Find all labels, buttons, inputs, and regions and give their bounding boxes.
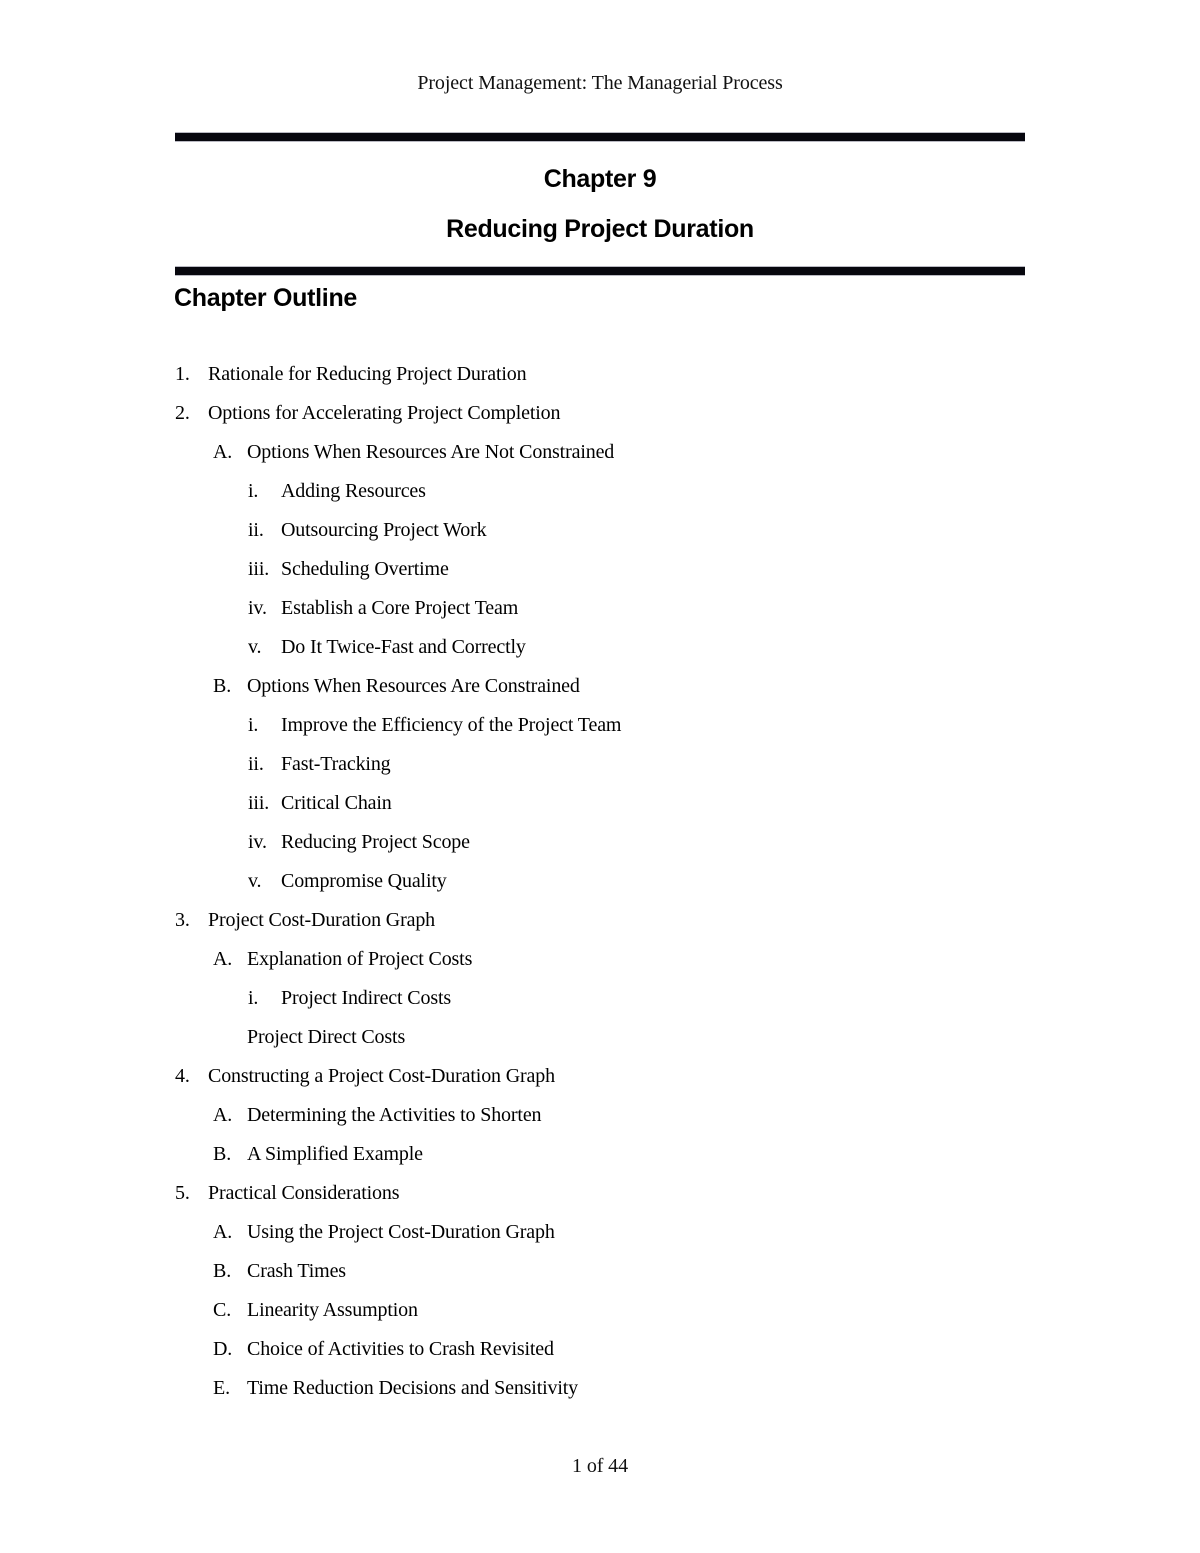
outline-item-label: Scheduling Overtime [281, 558, 449, 580]
outline-marker: ii. [248, 753, 264, 775]
outline-row: ii. Fast-Tracking [0, 745, 1200, 784]
outline-item-label: Options When Resources Are Not Constrain… [247, 441, 615, 463]
outline-marker: B. [213, 1260, 232, 1282]
outline-marker: iv. [248, 597, 267, 619]
outline-marker: B. [213, 675, 232, 697]
outline-item-label: Reducing Project Scope [281, 831, 470, 853]
outline-row: iv. Establish a Core Project Team [0, 589, 1200, 628]
running-header: Project Management: The Managerial Proce… [417, 72, 783, 94]
outline-marker: ii. [248, 519, 264, 541]
outline-row: 2. Options for Accelerating Project Compl… [0, 394, 1200, 433]
outline-row: i. Adding Resources [0, 472, 1200, 511]
outline-row: A. Explanation of Project Costs [0, 940, 1200, 979]
outline-row: 1. Rationale for Reducing Project Duratio… [0, 355, 1200, 394]
outline-item-label: Adding Resources [281, 480, 426, 502]
outline-item-label: Compromise Quality [281, 870, 447, 892]
outline-row: B. Options When Resources Are Constrained [0, 667, 1200, 706]
outline-row: Project Direct Costs [0, 1018, 1200, 1057]
outline-row: v. Compromise Quality [0, 862, 1200, 901]
outline-row: A. Using the Project Cost-Duration Graph [0, 1213, 1200, 1252]
outline-row: 5. Practical Considerations [0, 1174, 1200, 1213]
outline-item-label: Establish a Core Project Team [281, 597, 519, 619]
outline-item-label: Improve the Efficiency of the Project Te… [281, 714, 622, 736]
outline-marker: 5. [175, 1182, 190, 1204]
title-rule-bottom [175, 266, 1025, 276]
outline-marker: A. [213, 441, 233, 463]
outline-marker: E. [213, 1377, 230, 1399]
outline-marker: i. [248, 987, 259, 1009]
outline-item-label: Fast-Tracking [281, 753, 391, 775]
outline-row: ii. Outsourcing Project Work [0, 511, 1200, 550]
outline-row: C. Linearity Assumption [0, 1291, 1200, 1330]
outline-row: iv. Reducing Project Scope [0, 823, 1200, 862]
outline-row: v. Do It Twice-Fast and Correctly [0, 628, 1200, 667]
outline-marker: 1. [175, 363, 190, 385]
outline-marker: i. [248, 480, 259, 502]
outline-row: iii. Scheduling Overtime [0, 550, 1200, 589]
chapter-title-block: Chapter 9 Reducing Project Duration [175, 132, 1025, 276]
outline-item-label: Options When Resources Are Constrained [247, 675, 580, 697]
outline-marker: v. [248, 870, 262, 892]
outline-row: i. Project Indirect Costs [0, 979, 1200, 1018]
outline-marker: 4. [175, 1065, 190, 1087]
outline-row: 3. Project Cost-Duration Graph [0, 901, 1200, 940]
outline-marker: 3. [175, 909, 190, 931]
outline-marker: 2. [175, 402, 190, 424]
outline-item-label: Options for Accelerating Project Complet… [208, 402, 561, 424]
outline-marker: iii. [248, 792, 270, 814]
title-rule-top [175, 132, 1025, 142]
outline-item-label: Critical Chain [281, 792, 392, 814]
outline-row: D. Choice of Activities to Crash Revisite… [0, 1330, 1200, 1369]
outline-marker: A. [213, 948, 233, 970]
outline-item-label: Project Indirect Costs [281, 987, 452, 1009]
outline-marker: v. [248, 636, 262, 658]
chapter-outline-list: 1. Rationale for Reducing Project Duratio… [0, 355, 1200, 1408]
outline-marker: iii. [248, 558, 270, 580]
outline-item-label: Constructing a Project Cost-Duration Gra… [208, 1065, 555, 1087]
outline-row: i. Improve the Efficiency of the Project … [0, 706, 1200, 745]
chapter-number: Chapter 9 [543, 165, 657, 193]
outline-item-label: Rationale for Reducing Project Duration [208, 363, 527, 385]
outline-marker: A. [213, 1221, 233, 1243]
outline-item-label: Crash Times [247, 1260, 346, 1282]
chapter-title-inner: Chapter 9 Reducing Project Duration [175, 142, 1025, 266]
outline-marker: D. [213, 1338, 233, 1360]
outline-item-label: Using the Project Cost-Duration Graph [247, 1221, 555, 1243]
outline-item-label: Explanation of Project Costs [247, 948, 473, 970]
outline-item-label: Determining the Activities to Shorten [247, 1104, 542, 1126]
outline-item-label: Choice of Activities to Crash Revisited [247, 1338, 554, 1360]
outline-marker: iv. [248, 831, 267, 853]
outline-item-label: Project Direct Costs [247, 1026, 406, 1048]
outline-row: A. Determining the Activities to Shorten [0, 1096, 1200, 1135]
chapter-title: Reducing Project Duration [446, 215, 754, 243]
outline-row: B. Crash Times [0, 1252, 1200, 1291]
outline-item-label: Do It Twice-Fast and Correctly [281, 636, 526, 658]
outline-item-label: Linearity Assumption [247, 1299, 418, 1321]
outline-item-label: Outsourcing Project Work [281, 519, 487, 541]
outline-marker: B. [213, 1143, 232, 1165]
outline-row: E. Time Reduction Decisions and Sensitivi… [0, 1369, 1200, 1408]
outline-item-label: Project Cost-Duration Graph [208, 909, 436, 931]
document-page: Project Management: The Managerial Proce… [0, 0, 1200, 1553]
outline-row: B. A Simplified Example [0, 1135, 1200, 1174]
outline-item-label: Practical Considerations [208, 1182, 400, 1204]
outline-marker: A. [213, 1104, 233, 1126]
outline-item-label: A Simplified Example [247, 1143, 423, 1165]
section-heading-chapter-outline: Chapter Outline [174, 284, 358, 312]
outline-row: A. Options When Resources Are Not Constra… [0, 433, 1200, 472]
outline-marker: i. [248, 714, 259, 736]
page-footer: 1 of 44 [572, 1455, 628, 1477]
outline-marker: C. [213, 1299, 232, 1321]
outline-item-label: Time Reduction Decisions and Sensitivity [247, 1377, 579, 1399]
outline-row: iii. Critical Chain [0, 784, 1200, 823]
outline-row: 4. Constructing a Project Cost-Duration G… [0, 1057, 1200, 1096]
